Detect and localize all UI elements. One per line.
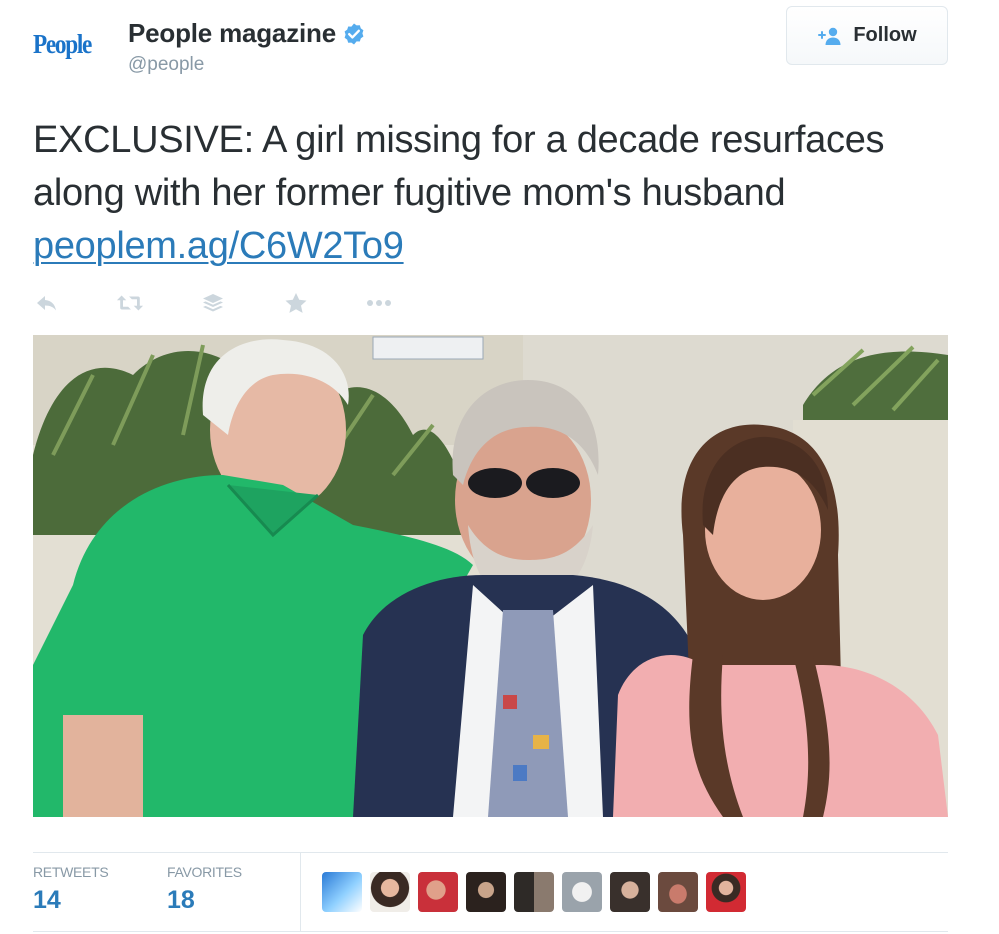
avatar[interactable] [562,872,602,912]
tweet-link[interactable]: peoplem.ag/C6W2To9 [33,225,404,267]
reply-icon[interactable] [33,292,61,314]
avatar[interactable] [514,872,554,912]
avatar[interactable] [418,872,458,912]
more-dots-icon[interactable] [365,292,393,314]
avatar[interactable] [322,872,362,912]
people-logo[interactable]: People [33,29,92,60]
retweet-icon[interactable] [116,292,144,314]
author-handle[interactable]: @people [128,54,204,76]
favorited-by-avatars [322,872,754,912]
favorites-label: FAVORITES [167,864,242,880]
retweets-stat[interactable]: RETWEETS 14 [33,864,109,915]
tweet-actions [33,288,448,318]
photo-three-people [33,335,948,817]
avatar[interactable] [466,872,506,912]
verified-badge-icon [342,22,366,46]
tweet-text: EXCLUSIVE: A girl missing for a decade r… [33,114,933,273]
stats-divider-top [33,852,948,853]
avatar[interactable] [658,872,698,912]
favorites-count: 18 [167,886,195,914]
star-icon[interactable] [282,292,310,314]
add-user-icon [817,26,843,46]
avatar[interactable] [370,872,410,912]
stack-icon[interactable] [199,292,227,314]
stats-divider-bottom [33,931,948,932]
avatar[interactable] [610,872,650,912]
favorites-stat[interactable]: FAVORITES 18 [167,864,242,915]
follow-label: Follow [853,24,917,46]
retweets-count: 14 [33,886,61,914]
tweet-body: EXCLUSIVE: A girl missing for a decade r… [33,119,885,214]
author-display-name[interactable]: People magazine [128,18,336,49]
retweets-label: RETWEETS [33,864,109,880]
avatar[interactable] [706,872,746,912]
author-name-row[interactable]: People magazine [128,18,366,49]
follow-button[interactable]: Follow [786,6,948,65]
stats-separator [300,853,301,931]
tweet-photo[interactable] [33,335,948,817]
